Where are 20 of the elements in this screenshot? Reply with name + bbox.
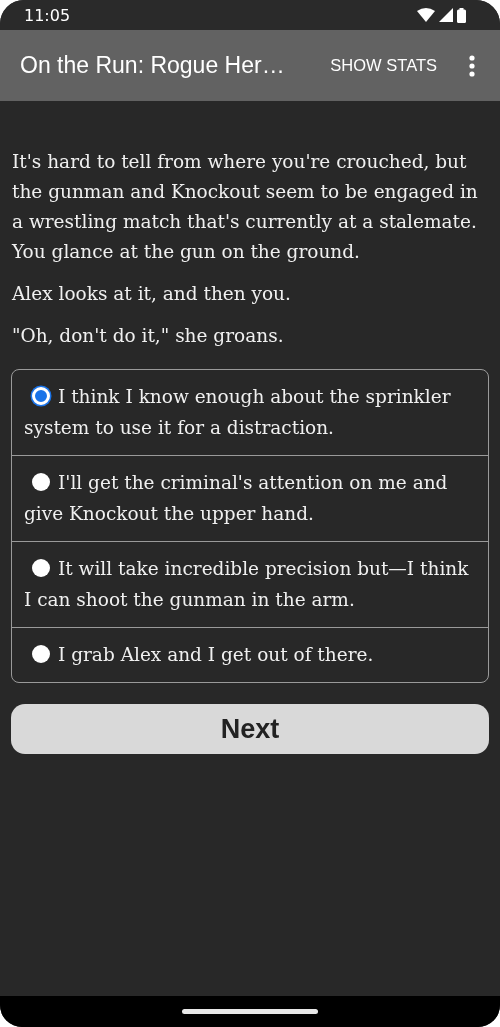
app-title: On the Run: Rogue Her… [20,52,286,79]
radio-button[interactable] [32,645,50,663]
choice-option[interactable]: I'll get the criminal's attention on me and give Knockout the upper hand. [12,455,488,541]
show-stats-button[interactable]: SHOW STATS [330,56,437,75]
choice-option[interactable]: I grab Alex and I get out of there. [12,627,488,682]
choice-option[interactable]: It will take incredible precision but—I think I can shoot the gunman in the arm. [12,541,488,627]
radio-button[interactable] [32,559,50,577]
wifi-icon [417,8,435,22]
radio-button[interactable] [32,387,50,405]
story-paragraph: Alex looks at it, and then you. [12,282,292,306]
signal-icon [439,8,453,22]
battery-icon [457,7,466,23]
story-paragraph: "Oh, don't do it," she groans. [12,324,285,348]
more-options-icon[interactable] [469,54,475,77]
clock: 11:05 [24,5,71,25]
next-button[interactable]: Next [11,704,489,754]
radio-button[interactable] [32,473,50,491]
choice-option[interactable]: I think I know enough about the sprinkler system to use it for a distraction. [12,370,488,455]
story-paragraph: It's hard to tell from where you're crouched, but the gunman and Knockout seem to be engaged in a wrestling match that's currently at a stalemate. You glance at the gun on the ground. [12,150,479,264]
home-handle[interactable] [182,1009,318,1014]
